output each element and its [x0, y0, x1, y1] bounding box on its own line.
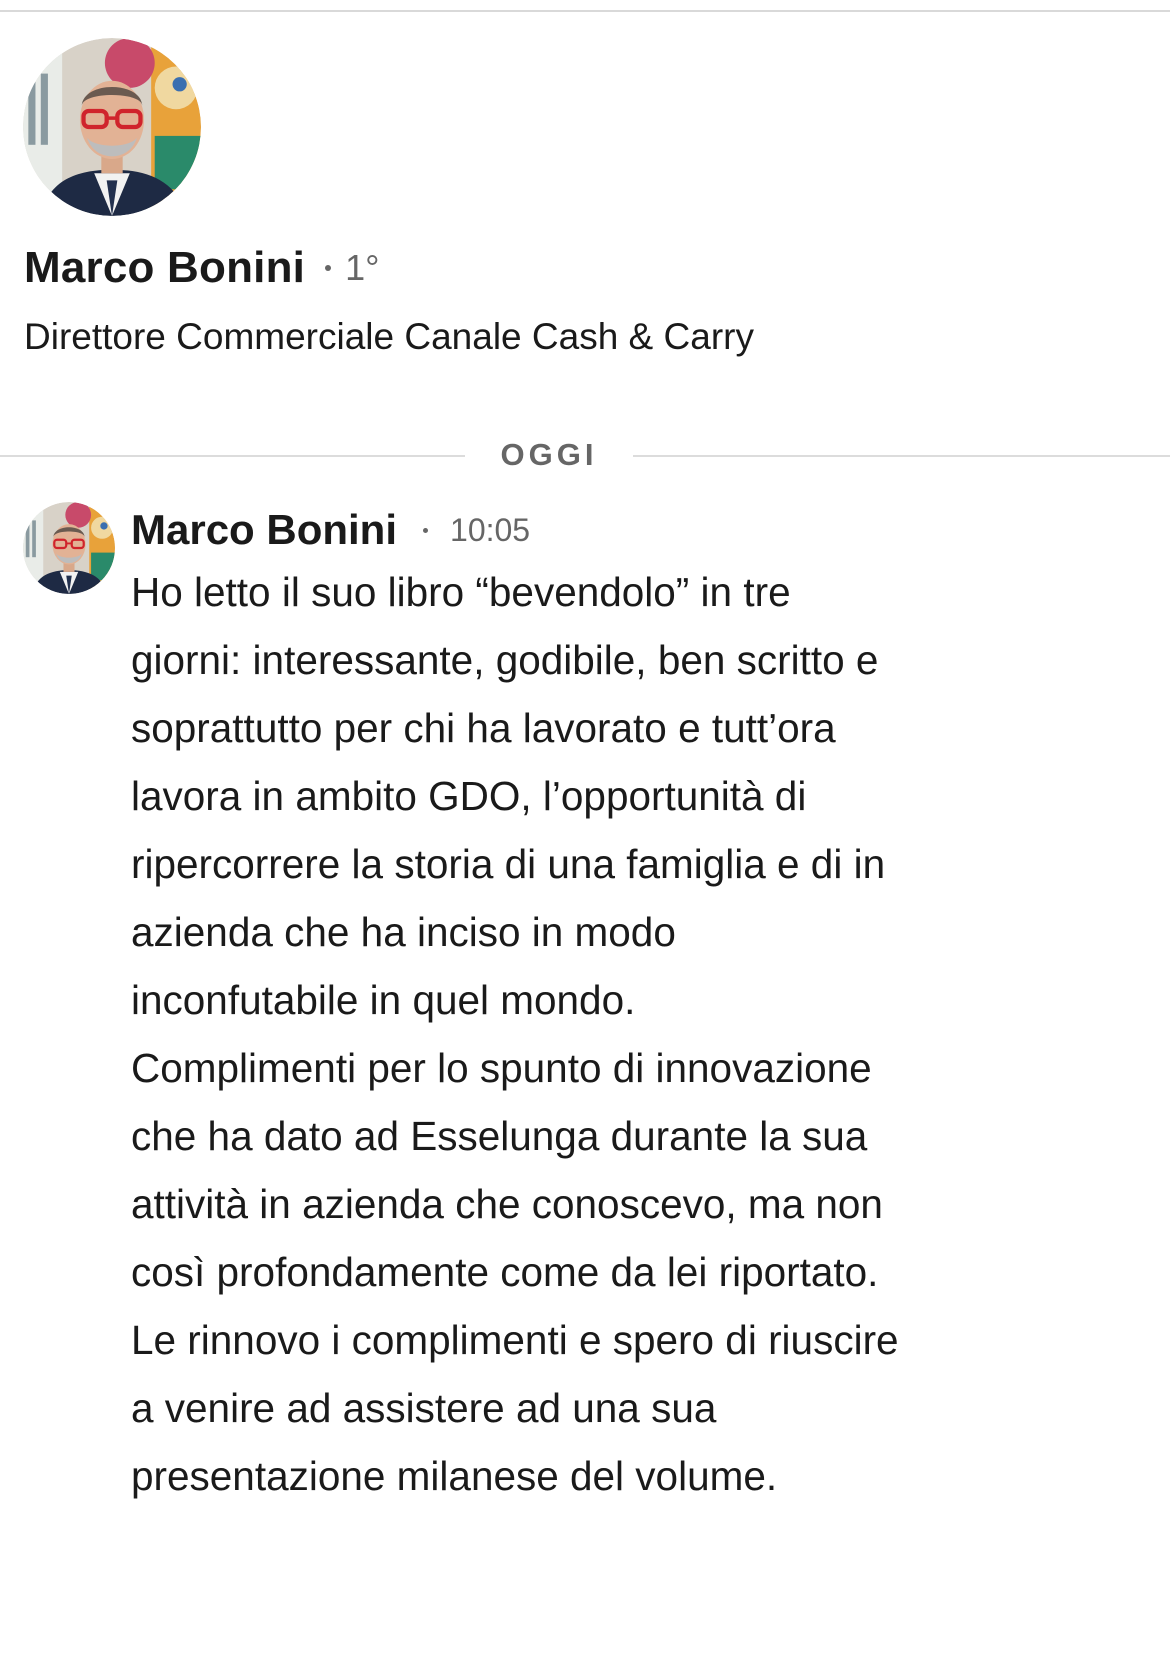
- message-avatar[interactable]: [23, 502, 115, 594]
- divider-line-left: [0, 455, 465, 457]
- message-line: soprattutto per chi ha lavorato e tutt’o…: [131, 705, 836, 751]
- message-line: che ha dato ad Esselunga durante la sua: [131, 1113, 868, 1159]
- divider-line-right: [633, 455, 1170, 457]
- message-line: attività in azienda che conoscevo, ma no…: [131, 1181, 883, 1227]
- message-line: Ho letto il suo libro “bevendolo” in tre: [131, 569, 791, 615]
- message-line: lavora in ambito GDO, l’opportunità di: [131, 773, 807, 819]
- message-sender[interactable]: Marco Bonini: [131, 506, 397, 554]
- day-label: OGGI: [500, 437, 598, 472]
- profile-photo-icon: [23, 38, 201, 216]
- profile-avatar[interactable]: [23, 38, 201, 216]
- message-line: Complimenti per lo spunto di innovazione: [131, 1045, 872, 1091]
- separator-dot: [325, 265, 332, 271]
- separator-dot: [423, 527, 429, 533]
- connection-degree: 1°: [345, 247, 380, 288]
- message-line: ripercorrere la storia di una famiglia e…: [131, 841, 886, 887]
- message-line: presentazione milanese del volume.: [131, 1453, 778, 1499]
- top-divider: [0, 10, 1170, 12]
- profile-name-row: Marco Bonini 1°: [24, 238, 380, 298]
- message-line: azienda che ha inciso in modo: [131, 909, 676, 955]
- profile-headline: Direttore Commerciale Canale Cash & Carr…: [24, 316, 754, 357]
- message-line: così profondamente come da lei riportato…: [131, 1249, 879, 1295]
- profile-name[interactable]: Marco Bonini: [24, 243, 305, 293]
- message-line: giorni: interessante, godibile, ben scri…: [131, 637, 879, 683]
- profile-photo-icon: [23, 502, 115, 594]
- message-time: 10:05: [450, 511, 531, 548]
- message-line: inconfutabile in quel mondo.: [131, 977, 636, 1023]
- message-body: Ho letto il suo libro “bevendolo” in tre…: [131, 558, 1031, 1510]
- message-header: Marco Bonini 10:05: [131, 502, 530, 558]
- message-line: Le rinnovo i complimenti e spero di rius…: [131, 1317, 899, 1363]
- message-line: a venire ad assistere ad una sua: [131, 1385, 717, 1431]
- day-divider: OGGI: [0, 433, 1170, 477]
